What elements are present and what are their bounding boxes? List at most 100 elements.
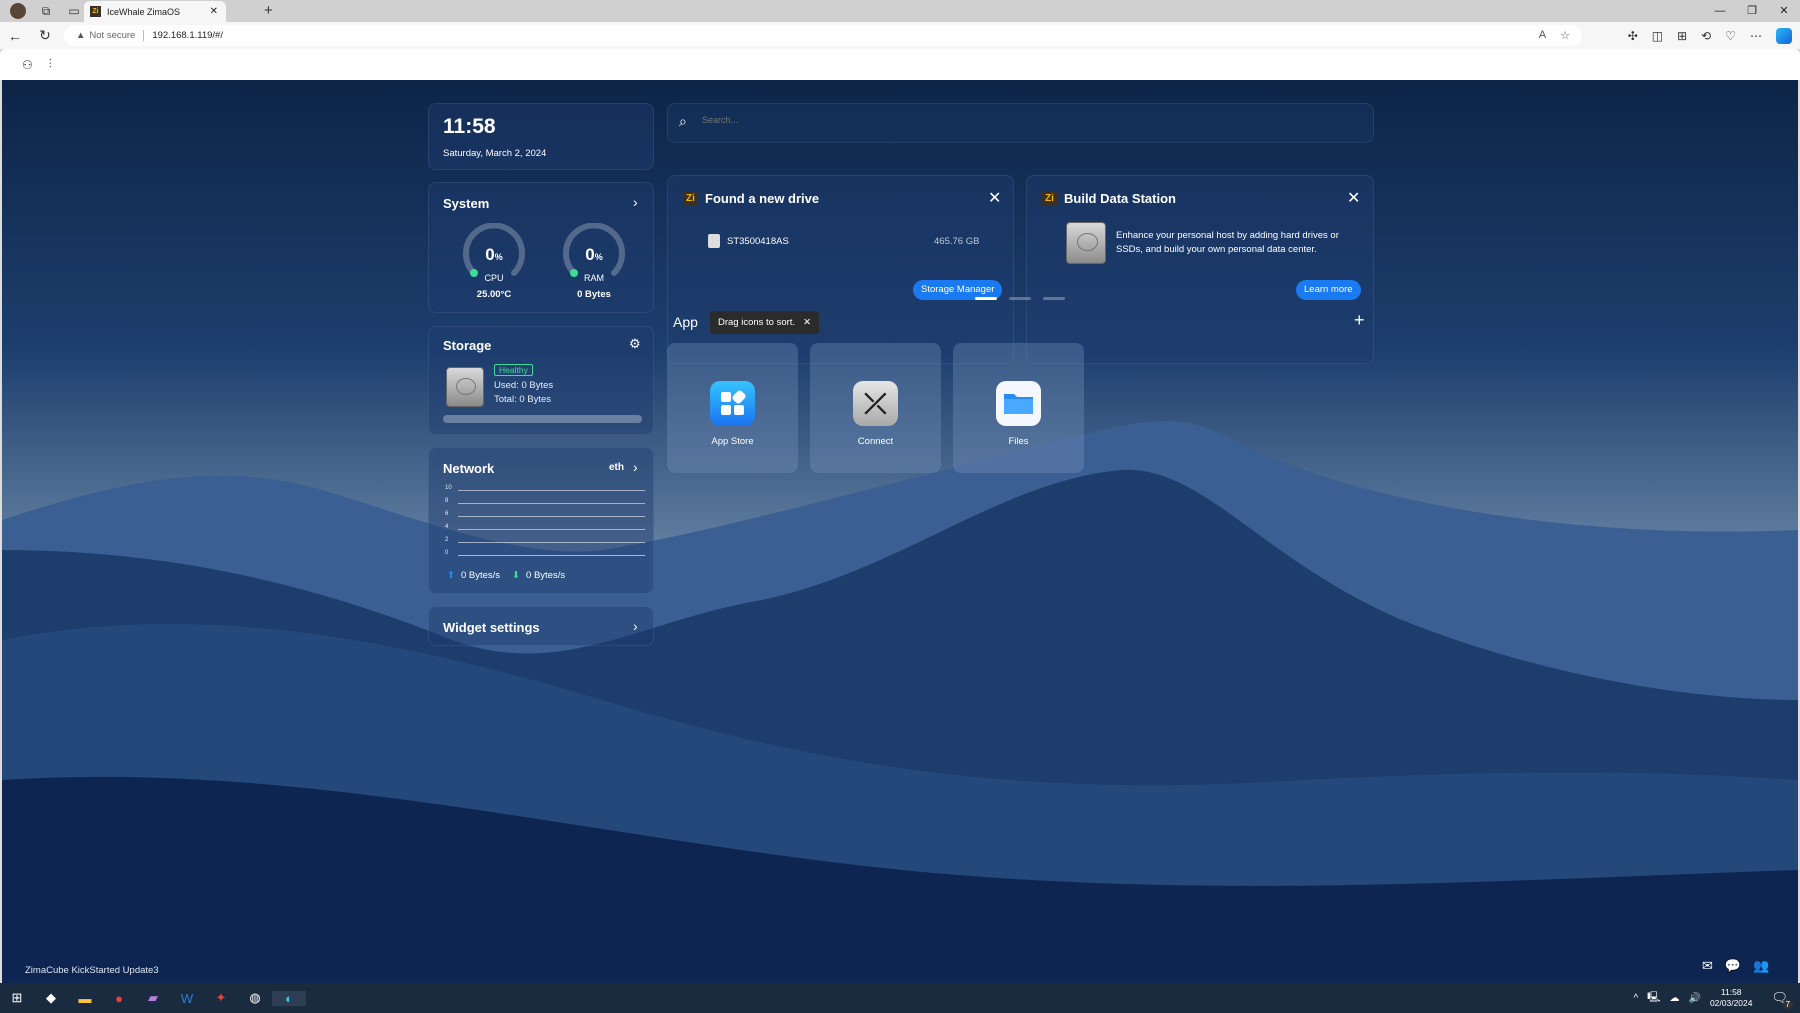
browser-essentials-icon[interactable]: ♡ (1725, 29, 1736, 43)
network-gridline (458, 516, 645, 517)
network-gridline (458, 542, 645, 543)
desktop: 11:58 Saturday, March 2, 2024 System › 0… (2, 80, 1798, 983)
ram-value: 0% (585, 245, 603, 264)
carousel-dot[interactable] (1043, 297, 1065, 300)
drive-name: ST3500418AS (727, 236, 789, 247)
taskbar-app-icon[interactable]: ◆ (34, 990, 68, 1006)
search-input[interactable] (702, 115, 1302, 125)
more-menu-icon[interactable]: ⋯ (1750, 29, 1762, 43)
carousel-dot-active[interactable] (975, 297, 997, 300)
taskbar-app-icon[interactable]: ◍ (238, 990, 272, 1006)
tray-chevron-icon[interactable]: ^ (1633, 993, 1638, 1004)
close-icon[interactable]: ✕ (803, 317, 811, 328)
clock-time: 11:58 (443, 115, 496, 138)
taskbar-app-icon[interactable]: ▰ (136, 990, 170, 1006)
reload-button[interactable]: ↻ (30, 27, 60, 44)
drive-size: 465.76 GB (934, 236, 980, 247)
new-tab-button[interactable]: + (264, 2, 273, 19)
learn-more-button[interactable]: Learn more (1296, 280, 1361, 300)
tab-actions-icon[interactable]: ▭ (64, 1, 84, 21)
app-section-title: App (673, 314, 698, 330)
settings-sliders-icon[interactable]: ⫶ (49, 57, 52, 72)
hard-drive-icon (1066, 222, 1106, 264)
start-button[interactable]: ⊞ (0, 990, 34, 1006)
app-label: Files (1008, 436, 1029, 447)
new-drive-notice: Zi Found a new drive ✕ ST3500418AS 465.7… (667, 175, 1014, 364)
workspaces-icon[interactable]: ⧉ (36, 1, 56, 21)
split-screen-icon[interactable]: ◫ (1652, 29, 1663, 43)
notification-center-icon[interactable]: 🗨 7 (1771, 990, 1793, 1009)
app-tile-files[interactable]: Files (953, 343, 1084, 473)
address-bar[interactable]: ▲ Not secure 192.168.1.119/#/ A ☆ (64, 25, 1582, 46)
carousel-dot[interactable] (1009, 297, 1031, 300)
mail-icon[interactable]: ✉ (1702, 958, 1713, 974)
chevron-right-icon[interactable]: › (633, 459, 638, 475)
browser-tab-bar: ⧉ ▭ Zi IceWhale ZimaOS ✕ + — ❐ ✕ (0, 0, 1800, 22)
upload-rate: 0 Bytes/s (460, 570, 501, 581)
url-text[interactable]: 192.168.1.119/#/ (152, 30, 223, 41)
edge-icon[interactable]: ◐ (272, 990, 306, 1006)
history-icon[interactable]: ⟲ (1701, 29, 1711, 43)
upload-arrow-icon: ⬆ (447, 570, 455, 581)
restore-button[interactable]: ❐ (1736, 0, 1768, 22)
minimize-button[interactable]: — (1704, 0, 1736, 22)
community-icon[interactable]: 👥 (1753, 958, 1769, 974)
app-tile-connect[interactable]: ⤫ Connect (810, 343, 941, 473)
cpu-label: CPU (484, 273, 504, 283)
health-badge: Healthy (494, 364, 533, 376)
close-window-button[interactable]: ✕ (1768, 0, 1800, 22)
widget-settings-button[interactable]: Widget settings › (428, 606, 654, 646)
close-icon[interactable]: ✕ (988, 188, 1001, 208)
close-icon[interactable]: ✕ (1347, 188, 1360, 208)
files-folder-icon (996, 381, 1041, 426)
security-label[interactable]: Not secure (89, 30, 145, 41)
network-tick-label: 0 (445, 550, 449, 556)
chat-icon[interactable]: 💬 (1725, 958, 1741, 974)
ram-gauge: 0% RAM 0 Bytes (562, 222, 626, 303)
back-button[interactable]: ← (0, 28, 30, 44)
network-widget[interactable]: Network eth › 10 8 6 4 2 0 ⬆ 0 Bytes/s ⬇ 0 Byte… (428, 447, 654, 594)
storage-total: Total: 0 Bytes (494, 394, 552, 405)
system-widget[interactable]: System › 0% CPU 25.00°C 0% RAM 0 Bytes (428, 182, 654, 313)
system-title: System (443, 196, 490, 211)
app-tile-app-store[interactable]: App Store (667, 343, 798, 473)
app-store-icon (710, 381, 755, 426)
network-tick-label: 10 (445, 485, 452, 491)
extensions-icon[interactable]: ✣ (1628, 29, 1638, 43)
add-app-button[interactable]: + (1354, 310, 1365, 331)
notice-title: Found a new drive (705, 191, 820, 206)
onedrive-icon[interactable]: ☁ (1669, 993, 1679, 1004)
drive-icon (708, 234, 720, 248)
network-tray-icon[interactable]: 🖳 (1647, 990, 1660, 1007)
chevron-right-icon[interactable]: › (633, 618, 638, 634)
taskbar-app-icon[interactable]: ✦ (204, 990, 238, 1006)
ram-used: 0 Bytes (577, 289, 611, 300)
volume-icon[interactable]: 🔊 (1688, 993, 1700, 1004)
network-interface[interactable]: eth (609, 462, 624, 473)
search-bar[interactable]: ⌕ (667, 103, 1374, 143)
connect-icon: ⤫ (853, 381, 898, 426)
browser-tab[interactable]: Zi IceWhale ZimaOS ✕ (84, 1, 226, 22)
file-explorer-icon[interactable]: ▬ (68, 991, 102, 1006)
profile-avatar[interactable] (8, 1, 28, 21)
word-icon[interactable]: W (170, 991, 204, 1006)
network-tick-label: 2 (445, 537, 449, 543)
close-tab-icon[interactable]: ✕ (210, 6, 218, 17)
chevron-right-icon[interactable]: › (633, 194, 638, 210)
storage-widget[interactable]: Storage ⚙ Healthy Used: 0 Bytes Total: 0… (428, 326, 654, 435)
chrome-icon[interactable]: ● (102, 991, 136, 1006)
network-gridline (458, 503, 645, 504)
gear-icon[interactable]: ⚙ (629, 336, 641, 352)
favorite-star-icon[interactable]: ☆ (1560, 29, 1570, 42)
network-tick-label: 4 (445, 524, 449, 530)
build-data-station-notice: Zi Build Data Station ✕ Enhance your per… (1026, 175, 1374, 364)
search-icon: ⌕ (679, 113, 687, 129)
copilot-icon[interactable] (1776, 27, 1792, 44)
taskbar-clock[interactable]: 11:58 02/03/2024 (1710, 987, 1753, 1009)
collections-icon[interactable]: ⊞ (1677, 29, 1687, 43)
read-aloud-icon[interactable]: A (1539, 29, 1546, 42)
network-title: Network (443, 461, 495, 476)
clock-widget: 11:58 Saturday, March 2, 2024 (428, 103, 654, 170)
zimaos-icon: Zi (683, 191, 698, 206)
account-icon[interactable]: ⚇ (22, 58, 33, 72)
